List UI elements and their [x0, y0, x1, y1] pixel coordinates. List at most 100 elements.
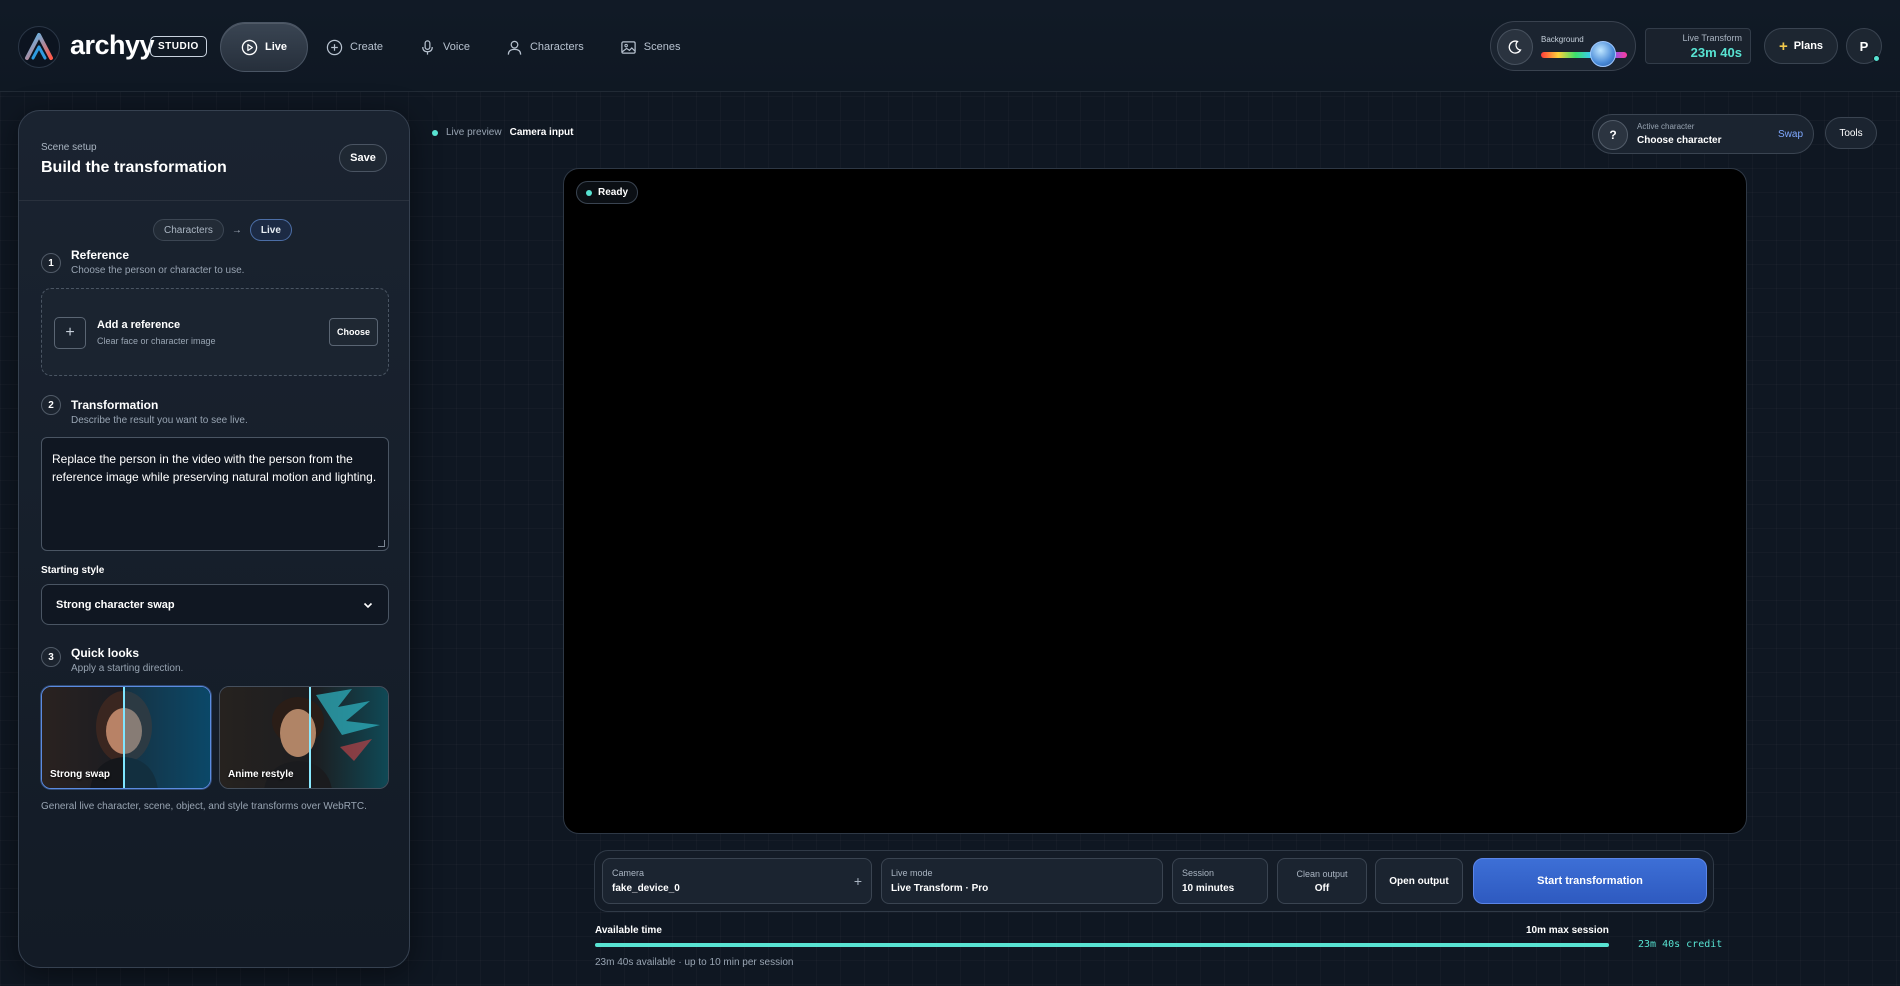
flow-characters-chip[interactable]: Characters [153, 219, 224, 241]
look-strong-swap-label: Strong swap [50, 769, 111, 780]
nav-live[interactable]: Live [220, 22, 309, 72]
reference-title: Add a reference [97, 319, 181, 331]
flow-arrow: → [231, 224, 242, 236]
scene-setup-panel: Scene setup Build the transformation Sav… [18, 110, 410, 968]
reference-dropzone[interactable]: + Add a reference Clear face or characte… [41, 288, 389, 376]
nav-scenes[interactable]: Scenes [602, 22, 699, 72]
live-mode-select[interactable]: Live mode Live Transform · Pro [881, 858, 1163, 904]
clean-output-toggle[interactable]: Clean output Off [1277, 858, 1367, 904]
starting-style-select[interactable]: Strong character swap [41, 584, 389, 625]
max-session-label: 10m max session [1526, 925, 1609, 936]
theme-toggle-button[interactable] [1497, 29, 1533, 65]
live-mode-value: Live Transform · Pro [891, 883, 989, 894]
studio-badge: STUDIO [150, 36, 207, 57]
step-2-subtitle: Describe the result you want to see live… [71, 415, 248, 426]
flow-live-chip[interactable]: Live [249, 219, 292, 241]
ready-status-dot [586, 189, 592, 196]
active-character-selector[interactable]: ? Active character Choose character Swap [1592, 114, 1814, 154]
live-mode-label: Live mode [891, 868, 933, 878]
starting-style-label: Starting style [41, 565, 105, 576]
background-label: Background [1541, 35, 1584, 44]
main-nav: Live Create Voice Characters Scenes [220, 22, 698, 72]
active-character-value: Choose character [1637, 135, 1722, 146]
active-character-label: Active character [1637, 122, 1695, 131]
online-status-dot [1873, 55, 1880, 62]
look-strong-swap[interactable]: Strong swap [41, 686, 211, 789]
prompt-text: Replace the person in the video with the… [52, 452, 377, 484]
person-icon [507, 40, 522, 55]
moon-icon [1508, 40, 1522, 54]
top-bar: archyy STUDIO Live Create Voice Characte… [0, 0, 1900, 92]
camera-value: fake_device_0 [612, 883, 680, 894]
session-controls-bar: Camera fake_device_0 + Live mode Live Tr… [594, 850, 1714, 912]
image-icon [621, 40, 636, 54]
reference-subtitle: Clear face or character image [97, 336, 216, 346]
tools-button[interactable]: Tools [1825, 117, 1877, 149]
add-reference-icon[interactable]: + [54, 317, 86, 349]
resize-grip-icon[interactable] [378, 540, 385, 547]
live-transform-value: 23m 40s [1690, 45, 1742, 60]
panel-kicker: Scene setup [41, 142, 97, 153]
preview-source-label: Live preview Camera input [432, 127, 574, 138]
starting-style-value: Strong character swap [56, 598, 175, 611]
background-slider-knob[interactable] [1589, 41, 1616, 67]
available-time-progress-fill [595, 943, 1609, 947]
step-1-subtitle: Choose the person or character to use. [71, 265, 245, 276]
step-1-number: 1 [41, 253, 61, 273]
look-anime-restyle[interactable]: Anime restyle [219, 686, 389, 789]
camera-label: Camera [612, 868, 645, 878]
nav-live-label: Live [265, 41, 288, 53]
nav-create[interactable]: Create [308, 22, 401, 72]
step-1-title: Reference [71, 248, 130, 262]
transformation-prompt-textarea[interactable]: Replace the person in the video with the… [41, 437, 389, 551]
swap-character-link[interactable]: Swap [1778, 129, 1803, 140]
plus-circle-icon [326, 39, 343, 55]
camera-input-label: Camera input [509, 127, 574, 138]
available-time-progress [595, 943, 1609, 947]
video-preview: Ready [563, 168, 1747, 834]
available-time-subtitle: 23m 40s available · up to 10 min per ses… [595, 957, 794, 968]
panel-title: Build the transformation [41, 159, 227, 176]
step-2-number: 2 [41, 395, 61, 415]
session-value: 10 minutes [1182, 883, 1235, 894]
chevron-down-icon [363, 602, 373, 608]
camera-select[interactable]: Camera fake_device_0 + [602, 858, 872, 904]
nav-characters-label: Characters [529, 41, 584, 53]
nav-voice-label: Voice [443, 41, 470, 53]
avatar-initial: P [1859, 38, 1869, 54]
step-3-subtitle: Apply a starting direction. [71, 663, 184, 674]
add-camera-icon[interactable]: + [854, 873, 862, 889]
unknown-character-icon: ? [1598, 120, 1628, 150]
archyy-logo-icon[interactable] [18, 26, 60, 68]
background-control: Background [1490, 21, 1636, 71]
flow-breadcrumb: Characters → Live [153, 219, 292, 241]
live-indicator-dot [432, 129, 438, 136]
choose-reference-button[interactable]: Choose [329, 318, 378, 346]
nav-voice[interactable]: Voice [401, 22, 488, 72]
plans-button[interactable]: + Plans [1764, 28, 1838, 64]
session-label: Session [1182, 868, 1215, 878]
step-3-number: 3 [41, 647, 61, 667]
status-badge: Ready [576, 181, 639, 204]
live-transform-label: Live Transform [1682, 33, 1742, 43]
microphone-icon [422, 39, 433, 55]
start-transformation-button[interactable]: Start transformation [1473, 858, 1707, 904]
save-button[interactable]: Save [339, 144, 387, 172]
live-preview-label: Live preview [446, 127, 502, 138]
available-time-label: Available time [595, 925, 662, 936]
nav-characters[interactable]: Characters [488, 22, 602, 72]
clean-output-value: Off [1314, 882, 1330, 894]
open-output-button[interactable]: Open output [1375, 858, 1463, 904]
user-avatar[interactable]: P [1846, 28, 1882, 64]
plus-icon: + [1778, 37, 1788, 55]
step-2-title: Transformation [71, 398, 159, 412]
panel-footer-note: General live character, scene, object, a… [41, 801, 367, 812]
clean-output-label: Clean output [1296, 868, 1348, 879]
panel-header: Scene setup Build the transformation Sav… [19, 111, 409, 201]
session-length-select[interactable]: Session 10 minutes [1172, 858, 1268, 904]
nav-create-label: Create [350, 41, 384, 53]
step-3-title: Quick looks [71, 646, 140, 660]
live-transform-credit: Live Transform 23m 40s [1645, 28, 1751, 64]
brand-name: archyy [70, 30, 155, 60]
look-anime-restyle-label: Anime restyle [228, 769, 294, 780]
